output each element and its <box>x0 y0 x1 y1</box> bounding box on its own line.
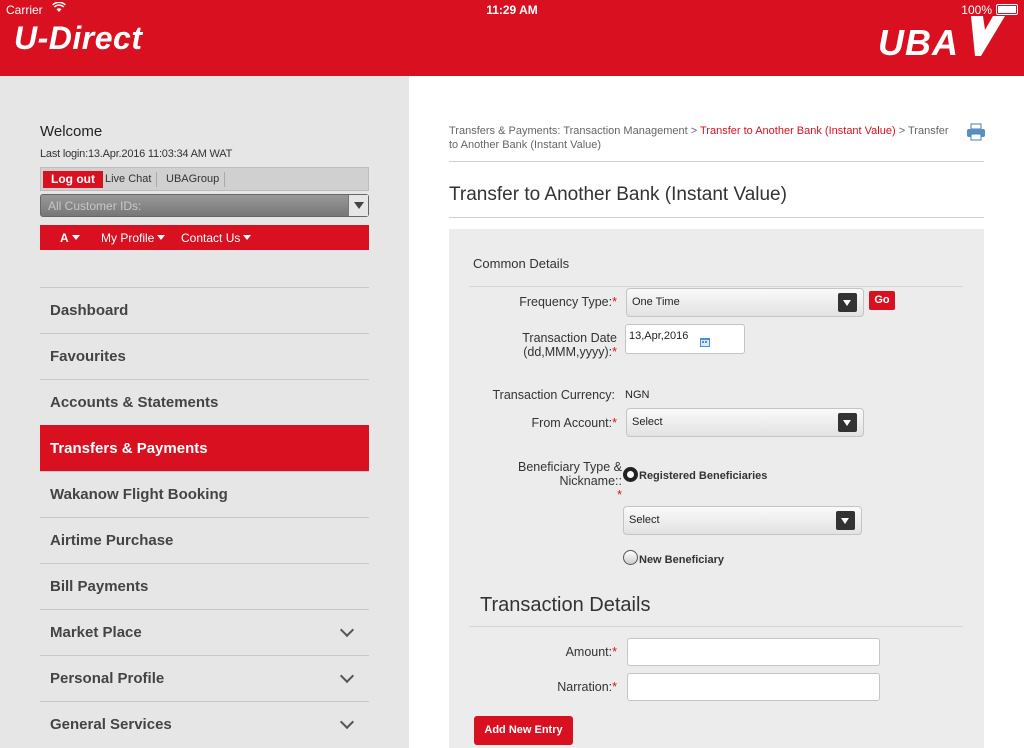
chevron-down-icon <box>348 195 368 216</box>
frequency-type-value: One Time <box>632 296 680 308</box>
new-beneficiary-label: New Beneficiary <box>639 554 724 566</box>
amount-input[interactable] <box>627 638 880 666</box>
transaction-date-label: Transaction Date (dd,MMM,yyyy):* <box>522 331 617 359</box>
sidebar-item-transfers-payments[interactable]: Transfers & Payments <box>40 425 369 471</box>
chevron-down-icon <box>339 714 355 730</box>
registered-beneficiaries-radio[interactable] <box>623 467 638 482</box>
status-bar: Carrier 11:29 AM 100% <box>0 0 1024 20</box>
sidebar-item-market-place[interactable]: Market Place <box>40 609 369 655</box>
uba-group-link[interactable]: UBAGroup <box>166 173 219 185</box>
print-icon[interactable] <box>966 123 986 146</box>
from-account-label: From Account:* <box>531 416 617 430</box>
font-size-menu[interactable]: A <box>60 231 80 245</box>
new-beneficiary-radio[interactable] <box>623 550 638 565</box>
from-account-value: Select <box>632 416 663 428</box>
sidebar-item-favourites[interactable]: Favourites <box>40 333 369 379</box>
chevron-down-icon <box>339 668 355 684</box>
logout-button[interactable]: Log out <box>43 171 103 188</box>
brand-logo-text: UBA <box>878 22 959 63</box>
quick-links-bar: Log out Live Chat UBAGroup <box>40 167 369 191</box>
divider <box>469 286 963 287</box>
transaction-currency-value: NGN <box>625 389 650 401</box>
sidebar-nav: Dashboard Favourites Accounts & Statemen… <box>40 287 369 747</box>
last-login-text: Last login:13.Apr.2016 11:03:34 AM WAT <box>40 148 233 160</box>
my-profile-menu[interactable]: My Profile <box>101 231 166 245</box>
chevron-down-icon <box>838 413 857 432</box>
frequency-type-select[interactable]: One Time <box>626 288 864 317</box>
transaction-currency-label: Transaction Currency: <box>492 388 616 402</box>
beneficiary-type-label: Beneficiary Type & Nickname:: * <box>518 460 622 502</box>
go-button[interactable]: Go <box>869 291 895 310</box>
uba-logo-icon <box>965 14 1009 63</box>
sidebar-item-dashboard[interactable]: Dashboard <box>40 287 369 333</box>
sidebar-item-airtime-purchase[interactable]: Airtime Purchase <box>40 517 369 563</box>
sidebar-item-bill-payments[interactable]: Bill Payments <box>40 563 369 609</box>
customer-id-select[interactable]: All Customer IDs: <box>40 194 369 217</box>
transaction-details-heading: Transaction Details <box>480 594 651 616</box>
frequency-type-label: Frequency Type:* <box>519 295 617 309</box>
divider <box>449 161 984 162</box>
add-new-entry-button[interactable]: Add New Entry <box>474 716 573 745</box>
transaction-date-field[interactable]: 13,Apr,2016 <box>625 324 745 354</box>
divider <box>469 626 963 627</box>
amount-label: Amount:* <box>565 645 617 659</box>
profile-menu-bar: A My Profile Contact Us <box>40 225 369 250</box>
sidebar-item-accounts-statements[interactable]: Accounts & Statements <box>40 379 369 425</box>
customer-id-select-value: All Customer IDs: <box>48 199 142 213</box>
app-header: Carrier 11:29 AM 100% U-Direct UBA <box>0 0 1024 76</box>
divider <box>156 172 157 187</box>
app-title: U-Direct <box>14 20 143 56</box>
caret-down-icon <box>243 235 252 240</box>
common-details-heading: Common Details <box>473 256 570 271</box>
divider <box>449 217 984 218</box>
breadcrumb: Transfers & Payments: Transaction Manage… <box>449 124 949 152</box>
narration-label: Narration:* <box>557 680 617 694</box>
clock: 11:29 AM <box>486 3 538 17</box>
sidebar: Welcome Last login:13.Apr.2016 11:03:34 … <box>0 76 409 748</box>
breadcrumb-link[interactable]: Transfer to Another Bank (Instant Value) <box>700 125 896 137</box>
sidebar-item-personal-profile[interactable]: Personal Profile <box>40 655 369 701</box>
narration-input[interactable] <box>627 673 880 701</box>
sidebar-item-wakanow-flight-booking[interactable]: Wakanow Flight Booking <box>40 471 369 517</box>
divider <box>224 172 225 187</box>
breadcrumb-parent[interactable]: Transfers & Payments: Transaction Manage… <box>449 125 700 137</box>
caret-down-icon <box>71 235 80 240</box>
chevron-down-icon <box>339 622 355 638</box>
beneficiary-select-value: Select <box>629 514 660 526</box>
registered-beneficiaries-label: Registered Beneficiaries <box>639 470 768 482</box>
caret-down-icon <box>157 235 166 240</box>
calendar-icon[interactable] <box>700 334 710 352</box>
contact-us-menu[interactable]: Contact Us <box>181 231 252 245</box>
sidebar-item-general-services[interactable]: General Services <box>40 701 369 747</box>
beneficiary-select[interactable]: Select <box>623 506 862 535</box>
chevron-down-icon <box>836 511 855 530</box>
from-account-select[interactable]: Select <box>626 408 864 437</box>
page-title: Transfer to Another Bank (Instant Value) <box>449 184 787 205</box>
live-chat-link[interactable]: Live Chat <box>105 173 151 185</box>
chevron-down-icon <box>838 293 857 312</box>
welcome-text: Welcome <box>40 123 103 140</box>
transaction-date-value: 13,Apr,2016 <box>629 330 689 342</box>
